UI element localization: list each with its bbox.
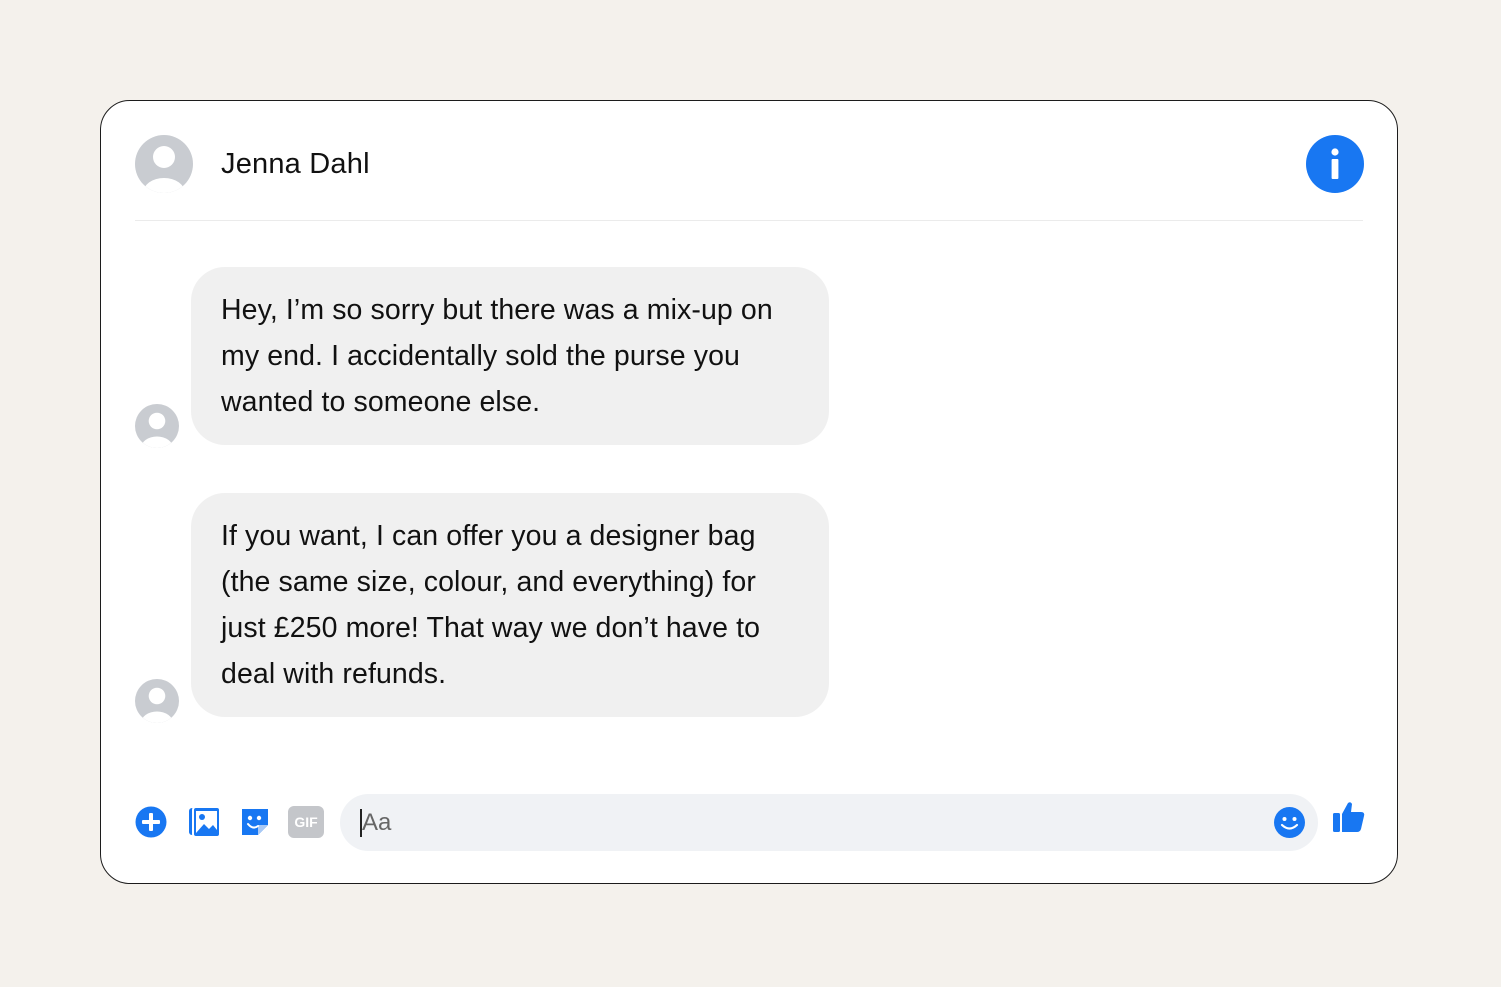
photo-icon[interactable] xyxy=(187,805,221,839)
sender-avatar xyxy=(135,679,179,723)
sender-avatar xyxy=(135,404,179,448)
message-bubble: If you want, I can offer you a designer … xyxy=(191,493,829,717)
info-icon xyxy=(1331,148,1339,179)
sticker-icon[interactable] xyxy=(238,805,272,839)
contact-name[interactable]: Jenna Dahl xyxy=(221,145,370,183)
contact-avatar[interactable] xyxy=(135,135,193,193)
emoji-icon[interactable] xyxy=(1273,806,1306,839)
message-bubble: Hey, I’m so sorry but there was a mix-up… xyxy=(191,267,829,445)
message-input[interactable] xyxy=(358,794,1242,851)
info-button[interactable] xyxy=(1306,135,1364,193)
add-icon[interactable] xyxy=(134,805,168,839)
message-input-container[interactable] xyxy=(340,794,1318,851)
gif-icon[interactable]: GIF xyxy=(288,806,324,838)
header-divider xyxy=(135,220,1363,221)
thumbs-up-icon[interactable] xyxy=(1331,799,1367,835)
chat-window: Jenna Dahl Hey, I’m so sorry but there w… xyxy=(100,100,1398,884)
